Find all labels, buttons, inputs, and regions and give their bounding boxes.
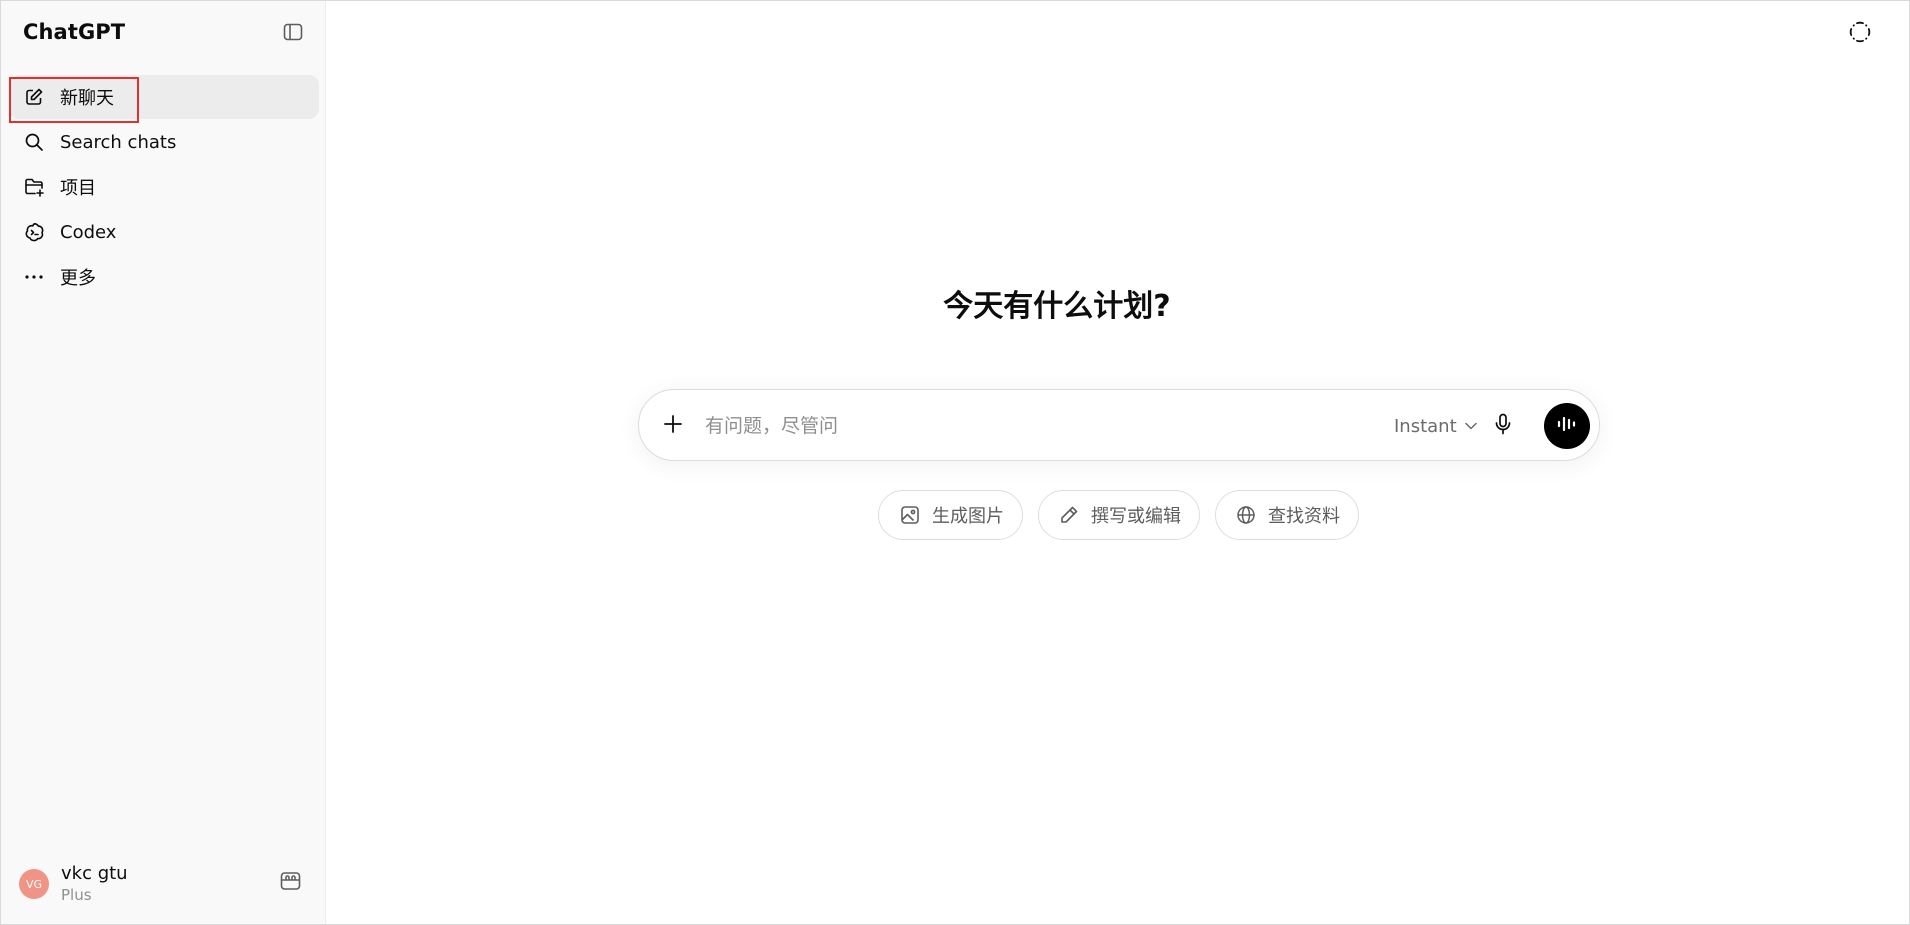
plus-icon (663, 414, 683, 438)
sidebar-item-codex[interactable]: Codex (9, 210, 319, 254)
suggestion-write-or-edit[interactable]: 撰写或编辑 (1038, 490, 1200, 540)
gift-box-icon (280, 871, 301, 895)
chip-label: 查找资料 (1268, 506, 1340, 527)
search-icon (22, 130, 46, 154)
edit-icon (22, 85, 46, 109)
sidebar-item-search-chats[interactable]: Search chats (9, 120, 319, 164)
folder-plus-icon (22, 175, 46, 199)
user-profile[interactable]: VG vkc gtu Plus (19, 860, 309, 908)
image-icon (899, 503, 920, 527)
sidebar-toggle-button[interactable] (280, 21, 306, 47)
user-name: vkc gtu (61, 863, 128, 884)
sidebar-item-label: Search chats (60, 131, 177, 153)
sidebar-item-label: 项目 (60, 178, 96, 199)
temporary-chat-button[interactable] (1845, 19, 1875, 49)
microphone-icon (1494, 413, 1512, 439)
waveform-icon (1556, 414, 1578, 438)
sidebar-toggle-icon (283, 22, 303, 46)
sidebar-nav: 新聊天 Search chats 项目 Codex 更多 (9, 75, 319, 300)
suggestion-search-info[interactable]: 查找资料 (1215, 490, 1359, 540)
sidebar: ChatGPT 新聊天 Search chats 项目 Codex 更多 VG … (1, 1, 326, 924)
sidebar-item-label: 更多 (60, 268, 96, 289)
chip-label: 撰写或编辑 (1091, 506, 1181, 527)
dictate-button[interactable] (1489, 412, 1517, 440)
globe-icon (1236, 503, 1256, 527)
prompt-composer: Instant (638, 389, 1600, 461)
sidebar-item-label: Codex (60, 221, 117, 243)
sidebar-item-projects[interactable]: 项目 (9, 165, 319, 209)
brand-title: ChatGPT (23, 20, 126, 44)
user-plan: Plus (61, 886, 92, 904)
prompt-input[interactable] (705, 410, 1305, 442)
sidebar-item-new-chat[interactable]: 新聊天 (9, 75, 319, 123)
pencil-icon (1059, 503, 1079, 527)
page-title: 今天有什么计划? (943, 289, 1171, 324)
model-selector[interactable]: Instant (1394, 413, 1477, 439)
chevron-down-icon (1464, 422, 1477, 430)
main-area: 今天有什么计划? Instant (327, 1, 1909, 924)
voice-mode-button[interactable] (1544, 403, 1590, 449)
suggestion-generate-image[interactable]: 生成图片 (878, 490, 1023, 540)
avatar: VG (19, 869, 49, 899)
attach-button[interactable] (659, 412, 687, 440)
user-info: vkc gtu Plus (61, 863, 128, 905)
chip-label: 生成图片 (932, 506, 1004, 527)
workspace-button[interactable] (277, 870, 303, 896)
model-selector-label: Instant (1394, 415, 1457, 437)
sidebar-item-label: 新聊天 (60, 88, 114, 109)
app-window: ChatGPT 新聊天 Search chats 项目 Codex 更多 VG … (0, 0, 1910, 925)
codex-icon (22, 220, 46, 244)
more-icon (22, 265, 46, 289)
sidebar-item-more[interactable]: 更多 (9, 255, 319, 299)
dashed-circle-icon (1849, 21, 1871, 47)
